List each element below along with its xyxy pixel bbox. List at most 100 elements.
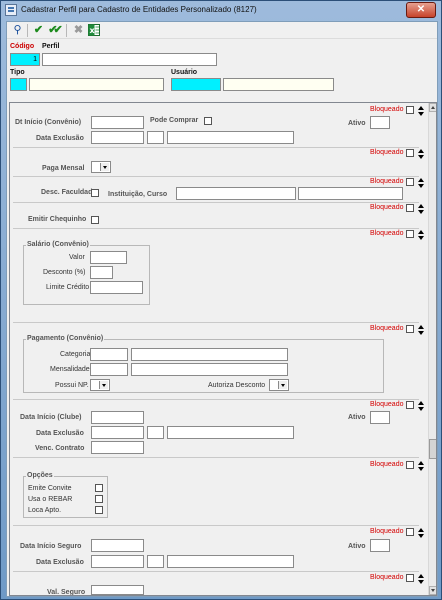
curso-field[interactable] [298,187,403,200]
order-spinner[interactable] [418,178,424,190]
possui-np-select[interactable] [90,379,110,391]
title-bar: Cadastrar Perfil para Cadastro de Entida… [1,1,441,20]
usuario-label: Usuário [171,69,198,76]
data-exclusao-code-field[interactable] [147,555,164,568]
data-exclusao-field[interactable] [91,131,144,144]
pode-comprar-checkbox[interactable] [204,117,212,125]
cancel-icon[interactable]: ✖ [72,24,85,37]
close-button[interactable]: ✕ [406,2,436,18]
bloqueado-label: Bloqueado [370,178,404,185]
perfil-label: Perfil [42,43,60,50]
mensalidade-label: Mensalidade [50,366,90,373]
toolbar-separator [27,24,28,37]
data-exclusao-description-field[interactable] [167,131,294,144]
toolbar: ⚲ ✔ ✔✔ ✖ x [7,22,437,39]
form-scroll-area[interactable]: Bloqueado Dt Início (Convênio) Pode Comp… [9,102,437,596]
codigo-field[interactable]: 1 [10,53,40,66]
autoriza-desconto-select[interactable] [269,379,289,391]
check-all-icon[interactable]: ✔✔ [47,24,62,37]
ativo-label: Ativo [348,120,366,127]
paga-mensal-select[interactable] [91,161,111,173]
data-exclusao-code-field[interactable] [147,426,164,439]
opcoes-group-title: Opções [26,472,54,479]
desconto-field[interactable] [90,266,113,279]
usuario-code-field[interactable] [171,78,221,91]
limite-credito-label: Limite Crédito [46,284,90,291]
perfil-field[interactable] [42,53,217,66]
search-icon[interactable]: ⚲ [11,24,24,37]
val-seguro-field[interactable] [91,585,144,595]
valor-field[interactable] [90,251,127,264]
emitir-chequinho-label: Emitir Chequinho [28,216,87,223]
scroll-thumb[interactable] [429,439,436,459]
dt-inicio-convenio-field[interactable] [91,116,144,129]
bloqueado-checkbox[interactable] [406,401,414,409]
bloqueado-label: Bloqueado [370,461,404,468]
limite-credito-field[interactable] [90,281,143,294]
check-icon[interactable]: ✔ [32,24,45,37]
bloqueado-label: Bloqueado [370,401,404,408]
data-exclusao-description-field[interactable] [167,426,294,439]
tipo-code-field[interactable] [10,78,27,91]
data-inicio-seguro-field[interactable] [91,539,144,552]
data-inicio-clube-field[interactable] [91,411,144,424]
order-spinner[interactable] [418,461,424,473]
order-spinner[interactable] [418,325,424,337]
bloqueado-label: Bloqueado [370,574,404,581]
mensalidade-code-field[interactable] [90,363,128,376]
instituicao-field[interactable] [176,187,296,200]
bloqueado-checkbox[interactable] [406,230,414,238]
ativo-field[interactable] [370,116,390,129]
data-exclusao-label: Data Exclusão [36,559,84,566]
data-exclusao-description-field[interactable] [167,555,294,568]
tipo-description-field[interactable] [29,78,164,91]
ativo-field[interactable] [370,539,390,552]
categoria-label: Categoria [60,351,91,358]
desc-faculdade-checkbox[interactable] [91,189,99,197]
emitir-chequinho-checkbox[interactable] [91,216,99,224]
bloqueado-checkbox[interactable] [406,149,414,157]
scroll-down-button[interactable] [429,586,436,595]
bloqueado-checkbox[interactable] [406,461,414,469]
order-spinner[interactable] [418,528,424,540]
data-exclusao-field[interactable] [91,426,144,439]
bloqueado-checkbox[interactable] [406,574,414,582]
bloqueado-checkbox[interactable] [406,528,414,536]
section-divider [13,228,419,229]
autoriza-desconto-label: Autoriza Desconto [208,382,266,389]
bloqueado-checkbox[interactable] [406,204,414,212]
order-spinner[interactable] [418,230,424,242]
order-spinner[interactable] [418,149,424,161]
order-spinner[interactable] [418,574,424,586]
data-exclusao-code-field[interactable] [147,131,164,144]
dt-inicio-convenio-label: Dt Início (Convênio) [15,119,82,126]
emite-convite-checkbox[interactable] [95,484,103,492]
paga-mensal-label: Paga Mensal [42,165,85,172]
bloqueado-checkbox[interactable] [406,178,414,186]
usa-rebar-checkbox[interactable] [95,495,103,503]
bloqueado-label: Bloqueado [370,528,404,535]
scroll-up-button[interactable] [429,103,436,112]
categoria-code-field[interactable] [90,348,128,361]
ativo-field[interactable] [370,411,390,424]
section-divider [13,322,419,323]
usuario-description-field[interactable] [223,78,334,91]
section-divider [13,176,419,177]
data-inicio-clube-label: Data Início (Clube) [20,414,82,421]
order-spinner[interactable] [418,401,424,413]
data-exclusao-field[interactable] [91,555,144,568]
venc-contrato-field[interactable] [91,441,144,454]
order-spinner[interactable] [418,106,424,118]
excel-icon[interactable]: x [87,24,100,37]
bloqueado-label: Bloqueado [370,149,404,156]
order-spinner[interactable] [418,204,424,216]
bloqueado-checkbox[interactable] [406,106,414,114]
desc-faculdade-label: Desc. Faculdade [41,189,97,196]
bloqueado-checkbox[interactable] [406,325,414,333]
categoria-description-field[interactable] [131,348,288,361]
toolbar-separator [66,24,67,37]
mensalidade-description-field[interactable] [131,363,288,376]
app-icon [5,4,17,16]
loca-apto-checkbox[interactable] [95,506,103,514]
vertical-scrollbar[interactable] [428,103,436,595]
